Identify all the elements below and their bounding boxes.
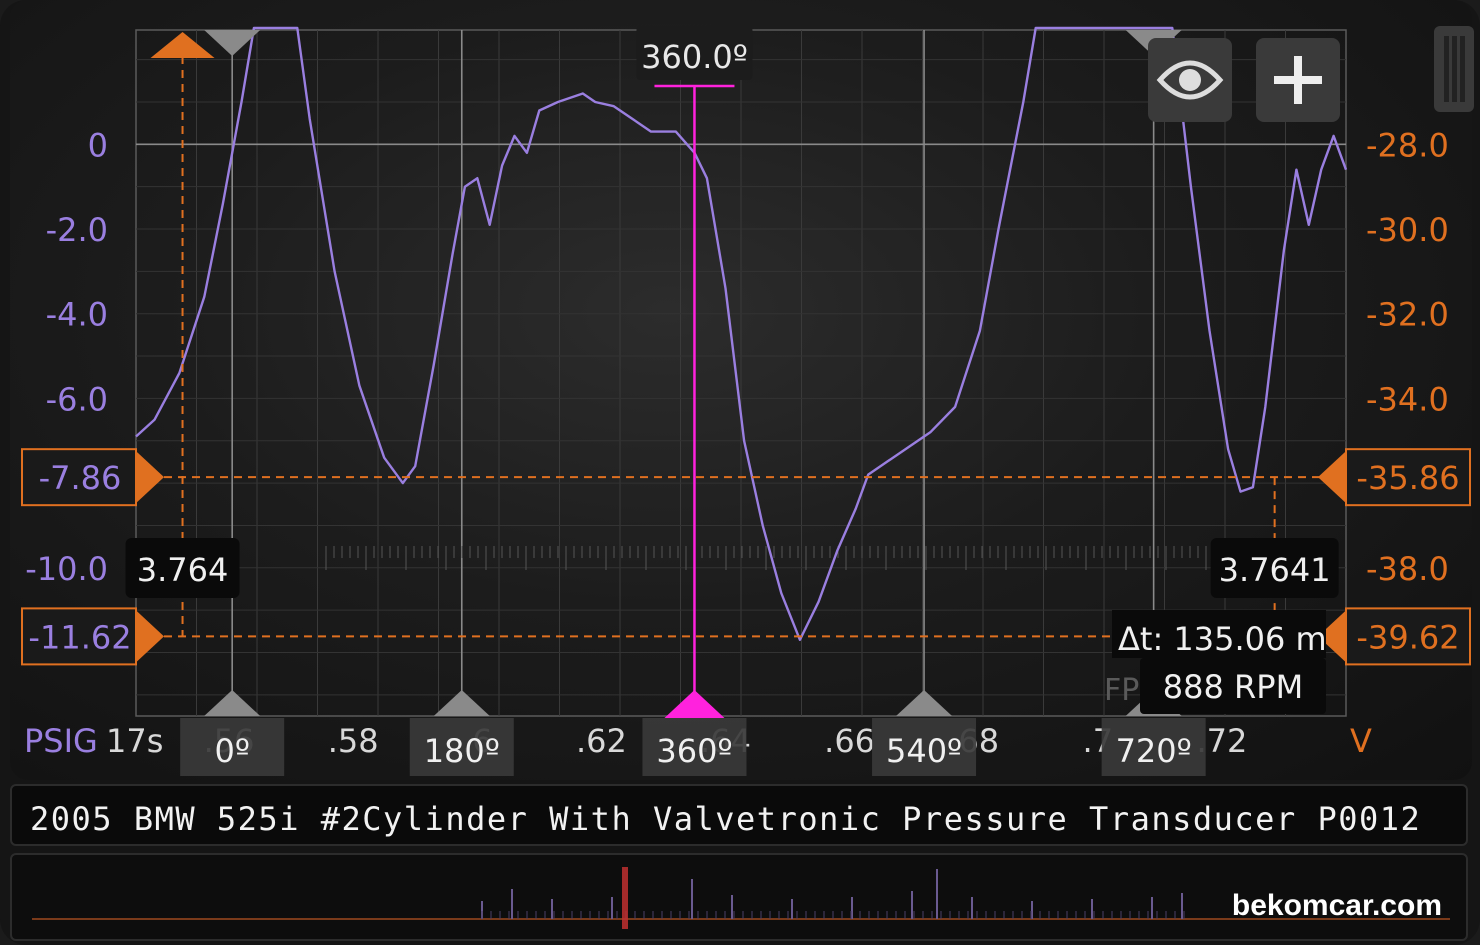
left-unit-label: PSIG xyxy=(24,722,98,760)
watermark: bekomcar.com xyxy=(1231,889,1442,922)
degree-marker-handle-bottom[interactable] xyxy=(433,690,490,716)
x-tick-label: .58 xyxy=(328,722,379,760)
capture-title: 2005 BMW 525i #2Cylinder With Valvetroni… xyxy=(30,800,1422,838)
center-cursor-label: 360.0º xyxy=(641,38,748,76)
eye-button[interactable] xyxy=(1148,38,1232,122)
degree-marker-label: 720º xyxy=(1116,732,1192,770)
degree-marker-handle-bottom[interactable] xyxy=(896,690,953,716)
overview-strip[interactable]: bekomcar.com xyxy=(10,853,1468,941)
right-unit-label: V xyxy=(1350,722,1372,760)
grip-handle-icon[interactable] xyxy=(1434,26,1474,112)
eye-icon xyxy=(1156,60,1224,100)
degree-marker-label: 540º xyxy=(886,732,962,770)
left-tick-label: -10.0 xyxy=(25,550,108,588)
x-tick-label: .66 xyxy=(824,722,875,760)
h-cursor-right-handle[interactable] xyxy=(1318,451,1346,504)
rpm-label: 888 RPM xyxy=(1163,668,1303,706)
right-tick-label: -28.0 xyxy=(1366,126,1449,164)
h-cursor-right-label: -39.62 xyxy=(1356,618,1459,656)
degree-marker-label: 360º xyxy=(656,732,732,770)
h-cursor-left-handle[interactable] xyxy=(136,451,164,504)
plus-icon xyxy=(1274,56,1322,104)
center-cursor-handle[interactable] xyxy=(664,690,725,718)
bottom-tick-strip xyxy=(325,546,1287,570)
timebase-label: 17s xyxy=(106,722,163,760)
h-cursor-left-label: -7.86 xyxy=(39,459,122,497)
measurement-box: Δt: 135.06 m FP 888 RPM xyxy=(1104,610,1327,714)
right-tick-label: -34.0 xyxy=(1366,380,1449,418)
overview-position-marker[interactable] xyxy=(622,867,628,929)
degree-marker-label: 0º xyxy=(214,732,249,770)
app-frame: 0 -2.0 -4.0 -6.0 -10.0 PSIG 17s -28.0 -30.0 -32.… xyxy=(0,0,1480,945)
degree-marker-handle-bottom[interactable] xyxy=(204,690,261,716)
left-tick-label: -4.0 xyxy=(46,296,108,334)
right-tick-label: -38.0 xyxy=(1366,550,1449,588)
v-cursor-value-label: 3.7641 xyxy=(1219,551,1331,589)
add-button[interactable] xyxy=(1256,38,1340,122)
h-cursor-right-label: -35.86 xyxy=(1356,459,1459,497)
right-tick-label: -32.0 xyxy=(1366,296,1449,334)
right-tick-label: -30.0 xyxy=(1366,211,1449,249)
v-cursor-value-label: 3.764 xyxy=(137,551,229,589)
left-tick-label: -6.0 xyxy=(46,380,108,418)
degree-marker-label: 180º xyxy=(424,732,500,770)
h-cursor-left-handle[interactable] xyxy=(136,610,164,663)
hidden-measure-label: FP xyxy=(1104,673,1139,708)
h-cursor-left-label: -11.62 xyxy=(28,618,131,656)
v-cursor-handle[interactable] xyxy=(150,32,215,58)
title-bar: 2005 BMW 525i #2Cylinder With Valvetroni… xyxy=(10,784,1468,846)
delta-t-label: Δt: 135.06 m xyxy=(1118,620,1327,658)
degree-markers[interactable]: 0º 180º 360º 540º 720º xyxy=(180,30,1206,776)
left-tick-label: -2.0 xyxy=(46,211,108,249)
left-tick-label: 0 xyxy=(88,126,108,164)
x-tick-label: .62 xyxy=(576,722,627,760)
